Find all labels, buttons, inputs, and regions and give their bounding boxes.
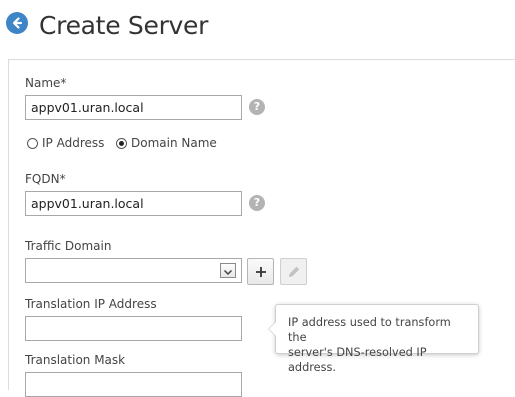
translation-ip-tooltip: IP address used to transform the server'… — [268, 304, 479, 374]
fqdn-input[interactable] — [25, 191, 242, 216]
add-traffic-domain-button[interactable] — [247, 258, 274, 285]
name-label: Name* — [25, 76, 67, 90]
name-input[interactable] — [25, 95, 242, 120]
address-type-ip[interactable]: IP Address — [27, 136, 104, 150]
back-button[interactable] — [6, 12, 28, 34]
traffic-domain-select[interactable] — [25, 258, 242, 283]
chevron-down-icon[interactable] — [220, 263, 236, 278]
translation-mask-label: Translation Mask — [25, 353, 126, 367]
tooltip-text-line2: server's DNS-resolved IP address. — [288, 346, 427, 374]
ip-address-radio-label: IP Address — [42, 136, 105, 150]
traffic-domain-label: Traffic Domain — [25, 239, 112, 253]
fqdn-label: FQDN* — [25, 172, 66, 186]
pencil-icon — [288, 266, 299, 277]
domain-name-radio[interactable] — [116, 137, 127, 149]
edit-traffic-domain-button[interactable] — [280, 258, 307, 285]
translation-ip-input[interactable] — [25, 316, 242, 341]
tooltip-text-line1: IP address used to transform the — [288, 316, 451, 344]
ip-address-radio[interactable] — [27, 137, 38, 149]
page-title: Create Server — [39, 11, 209, 40]
fqdn-help-icon[interactable]: ? — [249, 195, 265, 211]
plus-icon — [255, 266, 266, 277]
name-help-icon[interactable]: ? — [249, 99, 265, 115]
arrow-left-icon — [12, 17, 23, 29]
domain-name-radio-label: Domain Name — [131, 136, 217, 150]
address-type-domain[interactable]: Domain Name — [116, 136, 217, 150]
header-bar: Create Server — [0, 0, 515, 58]
tooltip-arrow — [268, 321, 276, 337]
translation-ip-label: Translation IP Address — [25, 297, 157, 311]
